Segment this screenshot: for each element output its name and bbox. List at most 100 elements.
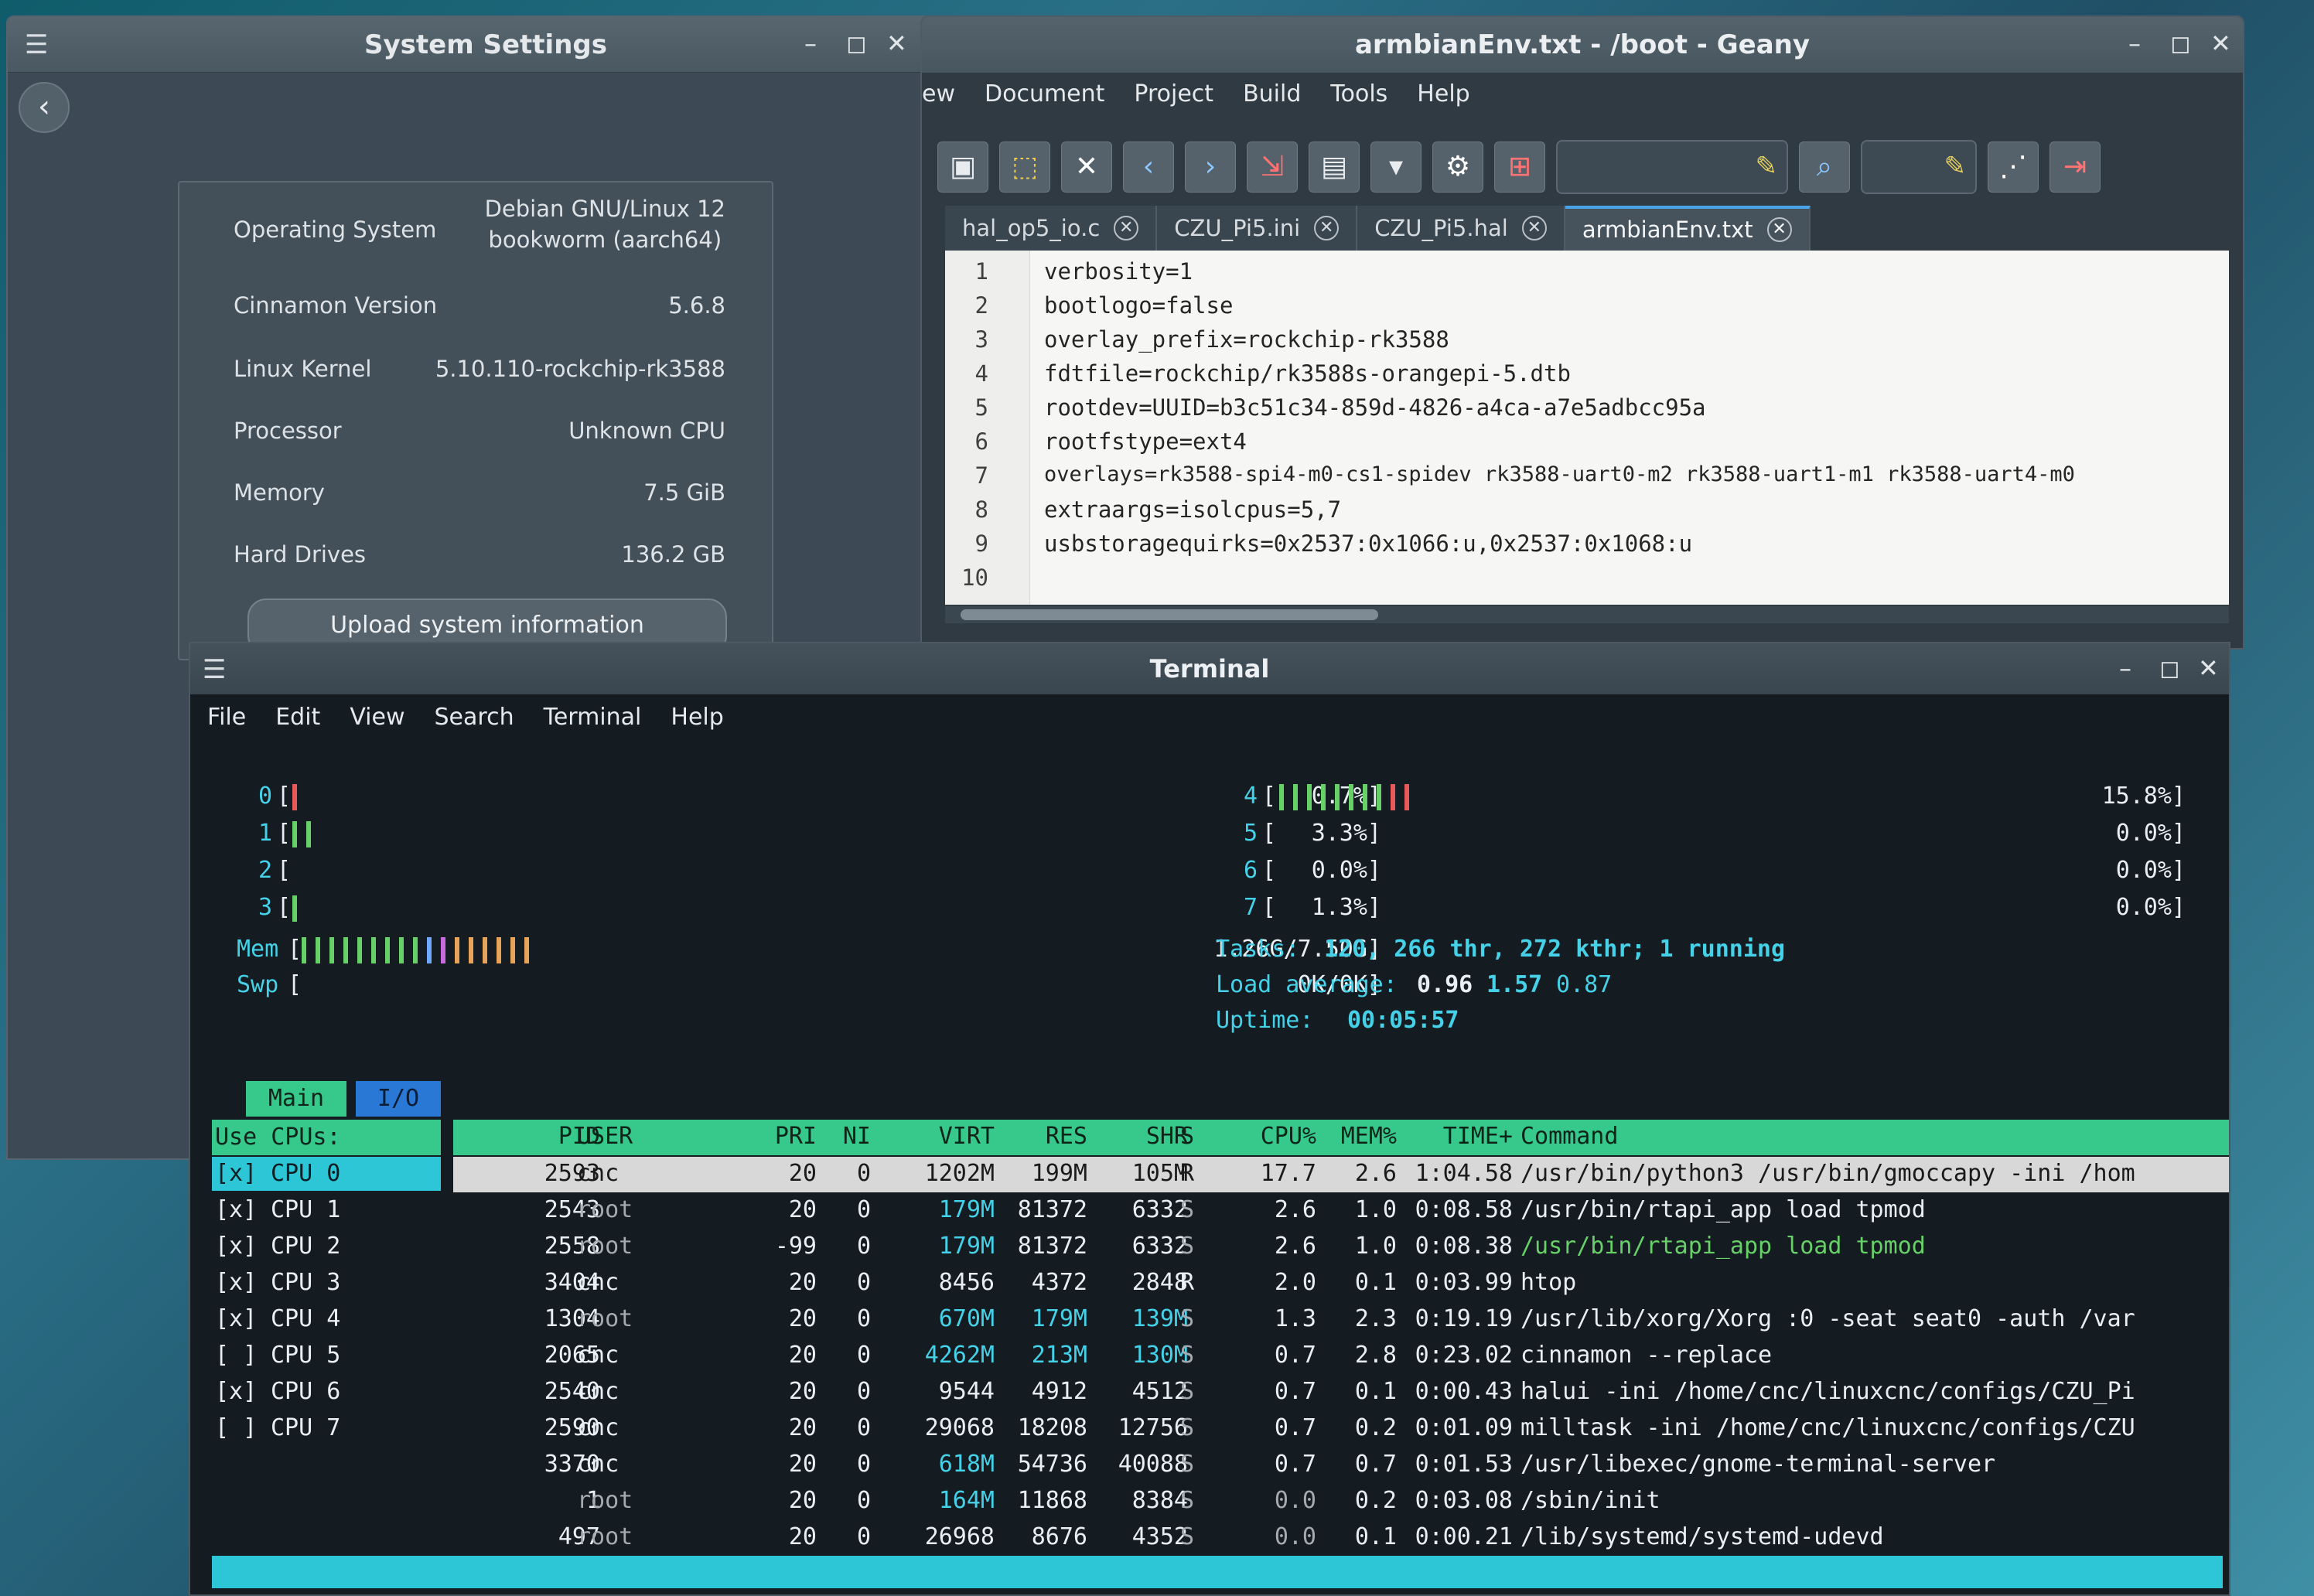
goto-line-icon[interactable]: ⋰: [1988, 142, 2039, 193]
menu-document[interactable]: Document: [985, 80, 1104, 107]
close-tab-icon[interactable]: ✕: [1114, 216, 1139, 240]
tab-label: armbianEnv.txt: [1582, 217, 1753, 243]
mem-bar-segment: [510, 937, 515, 963]
cpu-checkbox[interactable]: [x]: [215, 1157, 257, 1191]
menu-build[interactable]: Build: [1243, 80, 1301, 107]
cpu-meter-bracket: [: [1262, 857, 1277, 884]
table-row[interactable]: 1 root 20 0 164M 11868 8384 S 0.0 0.2 0:03.08/sbin…: [453, 1484, 2229, 1519]
color-chooser-icon[interactable]: ⊞: [1494, 142, 1545, 193]
menu-tools[interactable]: Tools: [1330, 80, 1387, 107]
revert-icon[interactable]: ⬚: [999, 142, 1050, 193]
search-field[interactable]: ✎: [1556, 140, 1788, 194]
line-number: 7: [974, 462, 988, 489]
info-label: Operating System: [234, 217, 437, 243]
cpu-checkbox[interactable]: [x]: [215, 1193, 257, 1227]
build-icon[interactable]: ▤: [1309, 142, 1360, 193]
tab-czu-pi5-ini[interactable]: CZU_Pi5.ini ✕: [1157, 206, 1358, 251]
tab-armbianenv[interactable]: armbianEnv.txt ✕: [1565, 206, 1811, 251]
clear-goto-icon[interactable]: ✎: [1944, 151, 1967, 182]
table-cell: 0:00.21: [1415, 1523, 1513, 1550]
code-editor[interactable]: 1 verbosity=1 2 bootlogo=false 3 overlay…: [945, 251, 2229, 605]
cpu-checkbox[interactable]: [x]: [215, 1266, 257, 1300]
menu-edit[interactable]: Edit: [275, 704, 320, 731]
load-label: Load average:: [1216, 971, 1398, 998]
tab-czu-pi5-hal[interactable]: CZU_Pi5.hal ✕: [1357, 206, 1565, 251]
maximize-button[interactable]: ◻: [846, 28, 867, 59]
table-row[interactable]: 2543 root 20 0 179M 81372 6332 S 2.6 1.0 0:08.58/u…: [453, 1193, 2229, 1229]
column-header[interactable]: USER: [577, 1123, 633, 1150]
table-row[interactable]: 497 root 20 0 26968 8676 4352 S 0.0 0.1 0:00.21/li…: [453, 1520, 2229, 1556]
terminal-title: Terminal: [1149, 654, 1270, 684]
compile-icon[interactable]: ⇲: [1247, 142, 1298, 193]
cpu-label: CPU 2: [271, 1233, 341, 1260]
menu-help[interactable]: Help: [671, 704, 723, 731]
tab-label: CZU_Pi5.ini: [1174, 215, 1301, 241]
save-icon[interactable]: ▣: [937, 142, 988, 193]
menu-project[interactable]: Project: [1134, 80, 1213, 107]
minimize-button[interactable]: –: [2128, 28, 2141, 59]
column-header[interactable]: Command: [1520, 1123, 1618, 1150]
close-button[interactable]: ✕: [2198, 653, 2219, 684]
cpu-label: CPU 0: [271, 1160, 341, 1187]
cpu-checkbox[interactable]: [x]: [215, 1302, 257, 1336]
table-row[interactable]: 1304 root 20 0 670M 179M 139M S 1.3 2.3 0:19.19/us…: [453, 1302, 2229, 1338]
menu-file[interactable]: File: [207, 704, 246, 731]
menu-help[interactable]: Help: [1417, 80, 1469, 107]
back-button[interactable]: ‹: [19, 82, 70, 133]
execute-icon[interactable]: ⚙: [1432, 142, 1483, 193]
forward-icon[interactable]: ›: [1185, 142, 1236, 193]
scrollbar-thumb[interactable]: [961, 609, 1378, 620]
cpu-meter-id: 2: [258, 857, 273, 884]
settings-title: System Settings: [364, 29, 607, 60]
cpu-meter-percent: 0.0%]: [2115, 894, 2186, 921]
table-row[interactable]: 2593 cnc 20 0 1202M 199M 105M R 17.7 2.6 1:04.58/u…: [453, 1157, 2229, 1192]
close-file-icon[interactable]: ✕: [1061, 142, 1112, 193]
close-tab-icon[interactable]: ✕: [1766, 217, 1792, 242]
tab-hal-op5-io[interactable]: hal_op5_io.c ✕: [945, 206, 1158, 251]
menu-view[interactable]: View: [350, 704, 404, 731]
htop-tab-io[interactable]: I/O: [356, 1081, 441, 1117]
htop-tab-main[interactable]: Main: [246, 1081, 346, 1117]
table-row[interactable]: 3370 cnc 20 0 618M 54736 40088 S 0.7 0.7 0:01.53/u…: [453, 1448, 2229, 1483]
table-cell: cnc: [577, 1451, 619, 1478]
cpu-meter-id: 0: [258, 783, 273, 810]
cpu-checkbox[interactable]: [ ]: [215, 1339, 257, 1373]
close-tab-icon[interactable]: ✕: [1314, 216, 1340, 240]
close-button[interactable]: ✕: [2210, 28, 2231, 59]
table-row[interactable]: 2065 cnc 20 0 4262M 213M 130M S 0.7 2.8 0:23.02 cin…: [453, 1339, 2229, 1374]
menu-search[interactable]: Search: [435, 704, 514, 731]
table-row[interactable]: 3404 cnc 20 0 8456 4372 2848 R 2.0 0.1 0:03.99 htop: [453, 1266, 2229, 1301]
table-cell: cnc: [577, 1378, 619, 1405]
clear-search-icon[interactable]: ✎: [1756, 151, 1778, 182]
settings-titlebar[interactable]: ☰ System Settings – ◻ ✕: [8, 17, 964, 73]
maximize-button[interactable]: ◻: [2170, 28, 2191, 59]
menu-view[interactable]: ew: [922, 80, 955, 107]
cpu-meter-bracket: [: [277, 857, 292, 884]
horizontal-scrollbar[interactable]: [945, 606, 2229, 623]
maximize-button[interactable]: ◻: [2159, 653, 2180, 684]
terminal-titlebar[interactable]: ☰ Terminal – ◻ ✕: [190, 643, 2229, 694]
terminal-window: ☰ Terminal – ◻ ✕ File Edit View Search T…: [189, 642, 2230, 1596]
cpu-checkbox[interactable]: [x]: [215, 1229, 257, 1264]
column-header[interactable]: TIME+: [1358, 1123, 1513, 1150]
close-tab-icon[interactable]: ✕: [1521, 216, 1547, 240]
line-number: 9: [974, 530, 988, 557]
goto-line-field[interactable]: ✎: [1861, 140, 1977, 194]
use-cpus-header: Use CPUs:: [212, 1120, 441, 1155]
search-icon[interactable]: ⌕: [1799, 142, 1850, 193]
geany-titlebar[interactable]: armbianEnv.txt - /boot - Geany – ◻ ✕: [922, 17, 2243, 73]
cpu-checkbox[interactable]: [x]: [215, 1375, 257, 1409]
build-dropdown-icon[interactable]: ▾: [1370, 142, 1422, 193]
line-number: 8: [974, 496, 988, 523]
menu-terminal[interactable]: Terminal: [544, 704, 642, 731]
close-button[interactable]: ✕: [886, 28, 907, 59]
table-row[interactable]: 2540 cnc 20 0 9544 4912 4512 S 0.7 0.1 0:00.43 halu…: [453, 1375, 2229, 1410]
minimize-button[interactable]: –: [2119, 653, 2131, 684]
minimize-button[interactable]: –: [804, 28, 817, 59]
back-icon[interactable]: ‹: [1123, 142, 1174, 193]
quit-icon[interactable]: ⇥: [2049, 142, 2101, 193]
mem-bar-segment: [427, 937, 432, 963]
table-row[interactable]: 2558 root -99 0 179M 81372 6332 S 2.6 1.0 0:08.38/…: [453, 1229, 2229, 1265]
cpu-checkbox[interactable]: [ ]: [215, 1411, 257, 1445]
table-row[interactable]: 2590 cnc 20 0 29068 18208 12756 S 0.7 0.2 0:01.09 m…: [453, 1411, 2229, 1447]
